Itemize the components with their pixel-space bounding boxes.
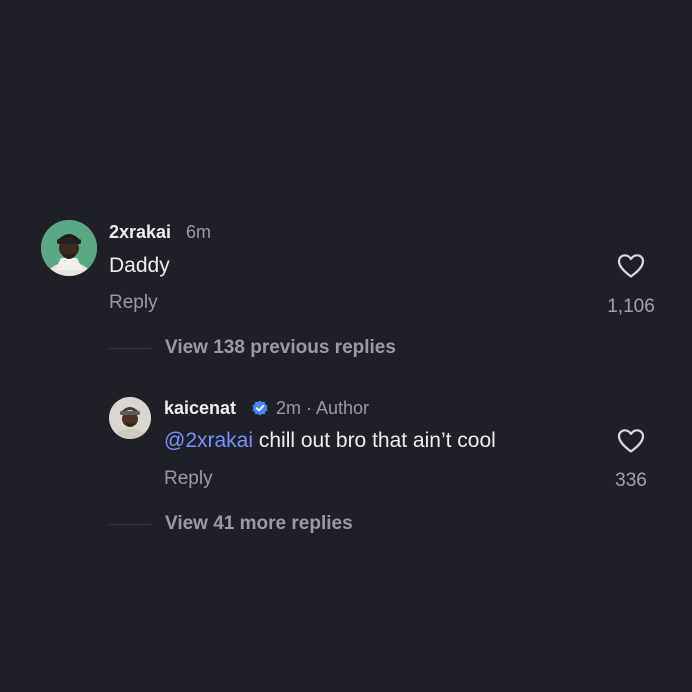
heart-outline-icon[interactable] [617, 253, 645, 279]
comment-timestamp: 6m [186, 222, 212, 242]
heart-outline-icon[interactable] [617, 428, 645, 454]
user-mention-link[interactable]: @2xrakai [164, 429, 253, 452]
divider [109, 348, 151, 349]
comment-username[interactable]: 2xrakai [109, 222, 171, 243]
comments-screen: 2xrakai 6m Daddy Reply 1,106 View 138 pr… [0, 0, 692, 692]
view-more-replies-button[interactable]: View 41 more replies [165, 513, 353, 535]
reply-text-container: @2xrakai chill out bro that ain’t cool [164, 429, 496, 453]
verified-badge-icon [251, 399, 269, 417]
reply-button[interactable]: Reply [164, 468, 213, 490]
reply-meta: 2m · Author [276, 398, 370, 418]
divider [109, 524, 151, 525]
like-count: 1,106 [607, 296, 655, 317]
user-avatar-icon[interactable] [41, 220, 97, 276]
reply-button[interactable]: Reply [109, 292, 158, 314]
reply-text: chill out bro that ain’t cool [253, 429, 496, 452]
user-avatar-icon[interactable] [109, 397, 151, 439]
reply-username[interactable]: kaicenat [164, 398, 236, 419]
view-previous-replies-button[interactable]: View 138 previous replies [165, 337, 396, 359]
comment-text: Daddy [109, 254, 170, 277]
like-count: 336 [615, 470, 647, 491]
